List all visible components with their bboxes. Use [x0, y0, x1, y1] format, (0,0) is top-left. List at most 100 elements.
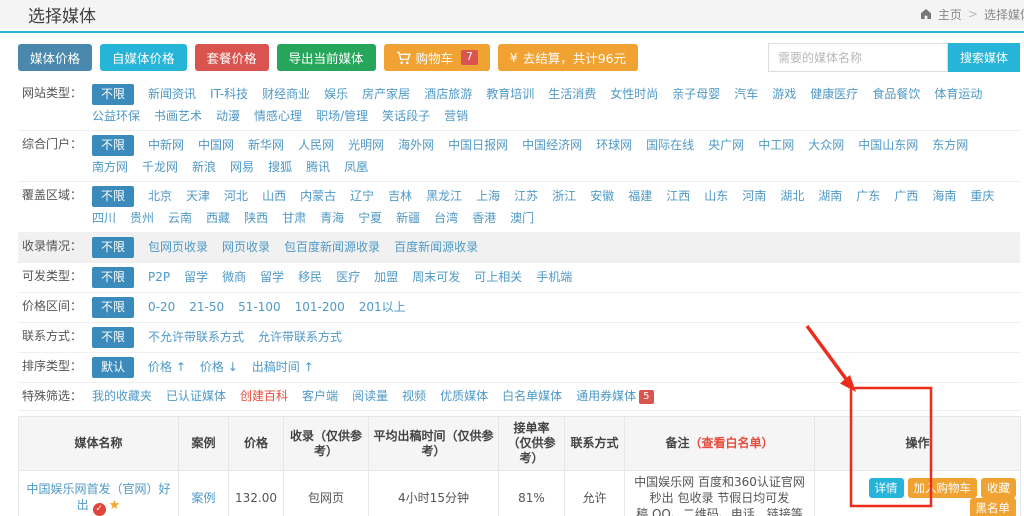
filter-option[interactable]: 阅读量: [352, 387, 388, 406]
filter-option[interactable]: 海外网: [398, 136, 434, 155]
filter-option[interactable]: 海南: [932, 187, 956, 206]
filter-option[interactable]: 搜狐: [268, 158, 292, 177]
filter-option[interactable]: 加盟: [374, 268, 398, 287]
filter-option[interactable]: 价格 ↓: [200, 358, 238, 377]
filter-option[interactable]: 重庆: [970, 187, 994, 206]
breadcrumb-home[interactable]: 主页: [938, 6, 962, 23]
filter-option[interactable]: 台湾: [434, 209, 458, 228]
filter-option[interactable]: 中新网: [148, 136, 184, 155]
blacklist-button[interactable]: 黑名单: [970, 498, 1017, 516]
filter-option[interactable]: 辽宁: [350, 187, 374, 206]
filter-option[interactable]: 默认: [92, 357, 134, 378]
filter-option[interactable]: 央广网: [708, 136, 744, 155]
filter-option[interactable]: 周末可发: [412, 268, 460, 287]
filter-option[interactable]: 视频: [402, 387, 426, 406]
filter-option[interactable]: 凤凰: [344, 158, 368, 177]
filter-option[interactable]: 不限: [92, 327, 134, 348]
filter-option[interactable]: 腾讯: [306, 158, 330, 177]
filter-option[interactable]: 可上相关: [474, 268, 522, 287]
filter-option[interactable]: 女性时尚: [610, 85, 658, 104]
filter-option[interactable]: 湖北: [780, 187, 804, 206]
filter-option[interactable]: 包百度新闻源收录: [284, 238, 380, 257]
filter-option[interactable]: 澳门: [510, 209, 534, 228]
filter-option[interactable]: 福建: [628, 187, 652, 206]
filter-option[interactable]: 优质媒体: [440, 387, 488, 406]
filter-option[interactable]: 职场/管理: [316, 107, 368, 126]
filter-option[interactable]: 中国经济网: [522, 136, 582, 155]
filter-option[interactable]: 中国日报网: [448, 136, 508, 155]
filter-option[interactable]: 体育运动: [934, 85, 982, 104]
filter-option[interactable]: 微商: [222, 268, 246, 287]
filter-option[interactable]: 51-100: [238, 298, 281, 317]
filter-option[interactable]: 山西: [262, 187, 286, 206]
filter-option[interactable]: 吉林: [388, 187, 412, 206]
media-price-button[interactable]: 媒体价格: [18, 44, 92, 71]
filter-option[interactable]: 江西: [666, 187, 690, 206]
filter-option[interactable]: 中国山东网: [858, 136, 918, 155]
filter-option[interactable]: 贵州: [130, 209, 154, 228]
filter-option[interactable]: 山东: [704, 187, 728, 206]
filter-option[interactable]: 陕西: [244, 209, 268, 228]
filter-option[interactable]: 白名单媒体: [502, 387, 562, 406]
filter-option[interactable]: 情感心理: [254, 107, 302, 126]
filter-option[interactable]: 湖南: [818, 187, 842, 206]
filter-option[interactable]: 不允许带联系方式: [148, 328, 244, 347]
filter-option[interactable]: 我的收藏夹: [92, 387, 152, 406]
filter-option[interactable]: 创建百科: [240, 387, 288, 406]
filter-option[interactable]: 不限: [92, 237, 134, 258]
filter-option[interactable]: 健康医疗: [810, 85, 858, 104]
filter-option[interactable]: 河南: [742, 187, 766, 206]
filter-option[interactable]: 移民: [298, 268, 322, 287]
filter-option[interactable]: 北京: [148, 187, 172, 206]
filter-option[interactable]: 食品餐饮: [872, 85, 920, 104]
self-media-price-button[interactable]: 自媒体价格: [100, 44, 187, 71]
filter-option[interactable]: 内蒙古: [300, 187, 336, 206]
filter-option[interactable]: 中国网: [198, 136, 234, 155]
filter-option[interactable]: 动漫: [216, 107, 240, 126]
filter-option[interactable]: 千龙网: [142, 158, 178, 177]
filter-option[interactable]: 酒店旅游: [424, 85, 472, 104]
filter-option[interactable]: 已认证媒体: [166, 387, 226, 406]
filter-option[interactable]: 书画艺术: [154, 107, 202, 126]
filter-option[interactable]: 公益环保: [92, 107, 140, 126]
search-media-button[interactable]: 搜索媒体: [948, 43, 1020, 72]
filter-option[interactable]: IT-科技: [210, 85, 248, 104]
filter-option[interactable]: 新疆: [396, 209, 420, 228]
filter-option[interactable]: 中工网: [758, 136, 794, 155]
package-price-button[interactable]: 套餐价格: [195, 44, 269, 71]
filter-option[interactable]: 网页收录: [222, 238, 270, 257]
filter-option[interactable]: 安徽: [590, 187, 614, 206]
case-link[interactable]: 案例: [191, 491, 215, 505]
filter-option[interactable]: 娱乐: [324, 85, 348, 104]
filter-option[interactable]: 甘肃: [282, 209, 306, 228]
filter-option[interactable]: 101-200: [295, 298, 345, 317]
filter-option[interactable]: 出稿时间 ↑: [252, 358, 314, 377]
filter-option[interactable]: 宁夏: [358, 209, 382, 228]
filter-option[interactable]: 上海: [476, 187, 500, 206]
filter-option[interactable]: 留学: [184, 268, 208, 287]
filter-option[interactable]: 通用券媒体5: [576, 387, 653, 406]
filter-option[interactable]: P2P: [148, 268, 170, 287]
filter-option[interactable]: 生活消费: [548, 85, 596, 104]
filter-option[interactable]: 不限: [92, 297, 134, 318]
filter-option[interactable]: 允许带联系方式: [258, 328, 342, 347]
filter-option[interactable]: 新闻资讯: [148, 85, 196, 104]
filter-option[interactable]: 环球网: [596, 136, 632, 155]
filter-option[interactable]: 营销: [444, 107, 468, 126]
filter-option[interactable]: 笑话段子: [382, 107, 430, 126]
filter-option[interactable]: 河北: [224, 187, 248, 206]
filter-option[interactable]: 客户端: [302, 387, 338, 406]
filter-option[interactable]: 游戏: [772, 85, 796, 104]
filter-option[interactable]: 西藏: [206, 209, 230, 228]
checkout-button[interactable]: ¥去结算，共计96元: [498, 44, 638, 71]
filter-option[interactable]: 财经商业: [262, 85, 310, 104]
filter-option[interactable]: 不限: [92, 84, 134, 105]
filter-option[interactable]: 东方网: [932, 136, 968, 155]
filter-option[interactable]: 黑龙江: [426, 187, 462, 206]
filter-option[interactable]: 广东: [856, 187, 880, 206]
filter-option[interactable]: 21-50: [189, 298, 224, 317]
filter-option[interactable]: 汽车: [734, 85, 758, 104]
filter-option[interactable]: 医疗: [336, 268, 360, 287]
filter-option[interactable]: 0-20: [148, 298, 175, 317]
filter-option[interactable]: 手机端: [536, 268, 572, 287]
